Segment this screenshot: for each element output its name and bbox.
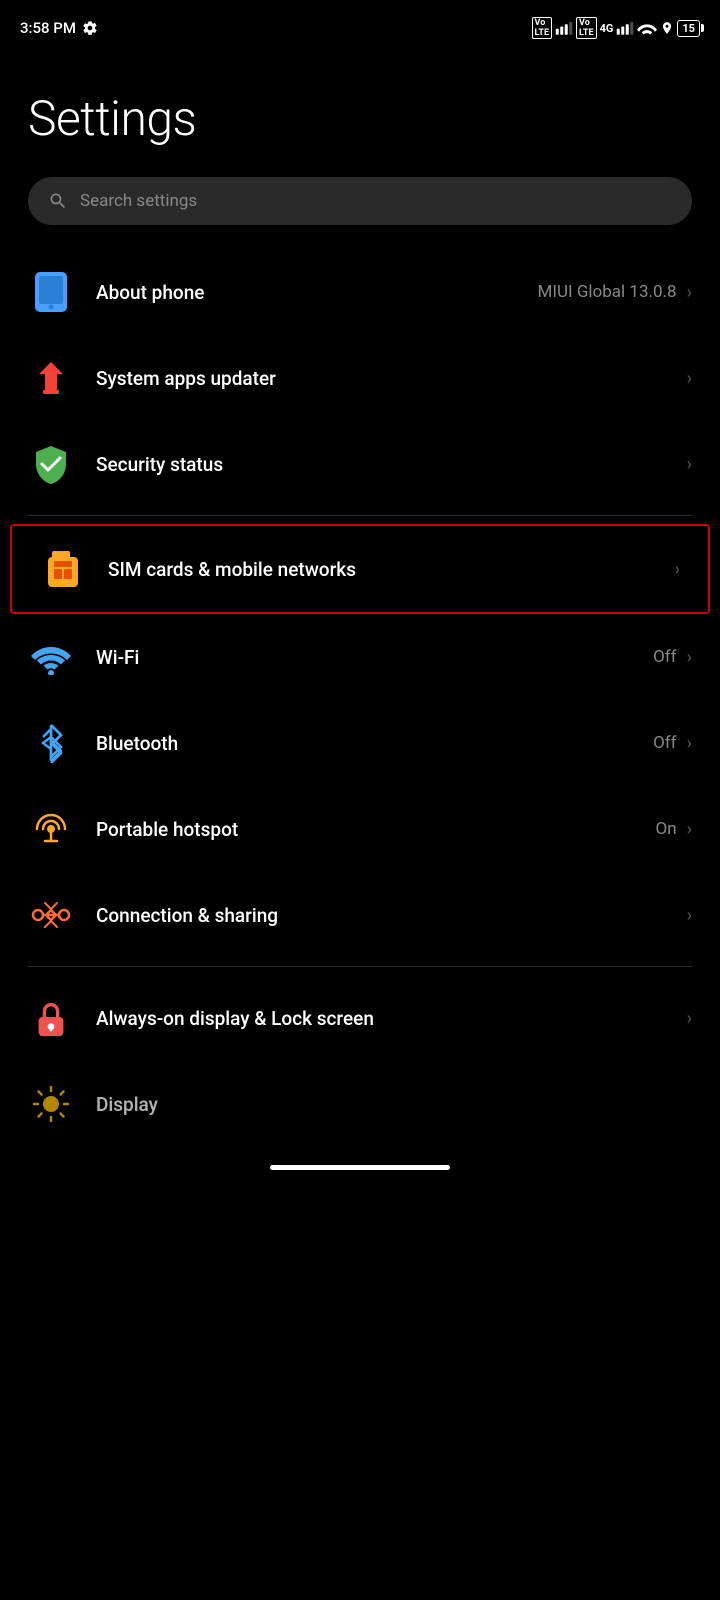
divider-1 [28, 515, 692, 516]
bluetooth-chevron: › [687, 733, 692, 754]
hotspot-value: On [656, 819, 677, 839]
wifi-value: Off [653, 647, 677, 667]
bluetooth-right: Off › [653, 733, 692, 754]
settings-item-system-apps-updater[interactable]: System apps updater › [0, 335, 720, 421]
time-display: 3:58 PM [20, 19, 76, 37]
status-bar-right: VoLTE VoLTE 4G 15 [532, 17, 700, 39]
wifi-icon [31, 639, 71, 675]
bluetooth-content: Bluetooth Off › [96, 732, 692, 755]
4g-badge: 4G [600, 22, 614, 35]
about-phone-icon-container [28, 269, 74, 315]
always-on-display-label: Always-on display & Lock screen [96, 1007, 374, 1030]
settings-item-security-status[interactable]: Security status › [0, 421, 720, 507]
system-apps-chevron: › [687, 368, 692, 389]
hotspot-label: Portable hotspot [96, 818, 238, 841]
connection-sharing-content: Connection & sharing › [96, 904, 692, 927]
settings-item-connection-sharing[interactable]: Connection & sharing › [0, 872, 720, 958]
connection-sharing-label: Connection & sharing [96, 904, 278, 927]
settings-item-bluetooth[interactable]: Bluetooth Off › [0, 700, 720, 786]
display-icon-container [28, 1081, 74, 1127]
lock-icon-container [28, 995, 74, 1041]
page-title: Settings [28, 90, 692, 147]
system-apps-content: System apps updater › [96, 367, 692, 390]
system-apps-icon-container [28, 355, 74, 401]
settings-item-wifi[interactable]: Wi-Fi Off › [0, 614, 720, 700]
about-phone-label: About phone [96, 281, 204, 304]
display-content: Display [96, 1093, 692, 1116]
location-icon [660, 21, 674, 35]
signal-1-icon [555, 21, 573, 35]
volte-badge-2: VoLTE [576, 17, 597, 39]
always-on-display-content: Always-on display & Lock screen › [96, 1007, 692, 1030]
wifi-chevron: › [687, 647, 692, 668]
update-icon [33, 360, 69, 396]
sim-cards-right: › [675, 559, 680, 580]
hotspot-right: On › [656, 819, 693, 840]
bluetooth-label: Bluetooth [96, 732, 178, 755]
settings-gear-icon [82, 20, 98, 36]
always-on-display-right: › [687, 1008, 692, 1029]
wifi-content: Wi-Fi Off › [96, 646, 692, 669]
bottom-area [0, 1147, 720, 1186]
search-container[interactable]: Search settings [0, 167, 720, 249]
security-status-right: › [687, 454, 692, 475]
signal-2-icon [616, 21, 634, 35]
search-icon [48, 191, 68, 211]
security-status-chevron: › [687, 454, 692, 475]
sim-cards-chevron: › [675, 559, 680, 580]
hotspot-icon-container [28, 806, 74, 852]
about-phone-chevron: › [687, 282, 692, 303]
sim-cards-label: SIM cards & mobile networks [108, 558, 356, 581]
bluetooth-icon-container [28, 720, 74, 766]
always-on-display-chevron: › [687, 1008, 692, 1029]
connection-icon-container [28, 892, 74, 938]
home-indicator [270, 1165, 450, 1170]
sim-icon [46, 549, 80, 589]
hotspot-content: Portable hotspot On › [96, 818, 692, 841]
settings-item-display[interactable]: Display [0, 1061, 720, 1147]
wifi-label: Wi-Fi [96, 646, 139, 669]
system-apps-label: System apps updater [96, 367, 276, 390]
divider-2 [28, 966, 692, 967]
lock-icon [34, 998, 68, 1038]
settings-list: About phone MIUI Global 13.0.8 › System … [0, 249, 720, 1147]
phone-icon [35, 272, 67, 312]
connection-sharing-right: › [687, 905, 692, 926]
hotspot-icon [31, 809, 71, 849]
settings-item-about-phone[interactable]: About phone MIUI Global 13.0.8 › [0, 249, 720, 335]
shield-check-icon [32, 444, 70, 484]
wifi-status-icon [637, 21, 657, 36]
search-bar[interactable]: Search settings [28, 177, 692, 225]
security-status-label: Security status [96, 453, 223, 476]
system-apps-right: › [687, 368, 692, 389]
volte-badge-1: VoLTE [532, 17, 553, 39]
battery-indicator: 15 [677, 20, 700, 37]
security-icon-container [28, 441, 74, 487]
connection-icon [30, 895, 72, 935]
bluetooth-icon [37, 723, 65, 763]
status-bar: 3:58 PM VoLTE VoLTE 4G 15 [0, 0, 720, 50]
about-phone-content: About phone MIUI Global 13.0.8 › [96, 281, 692, 304]
status-bar-left: 3:58 PM [20, 19, 98, 37]
sim-cards-content: SIM cards & mobile networks › [108, 558, 680, 581]
settings-item-always-on-display[interactable]: Always-on display & Lock screen › [0, 975, 720, 1061]
settings-item-sim-cards[interactable]: SIM cards & mobile networks › [10, 524, 710, 614]
page-header: Settings [0, 50, 720, 167]
sim-icon-container [40, 546, 86, 592]
security-status-content: Security status › [96, 453, 692, 476]
connection-sharing-chevron: › [687, 905, 692, 926]
settings-item-portable-hotspot[interactable]: Portable hotspot On › [0, 786, 720, 872]
bluetooth-value: Off [653, 733, 677, 753]
about-phone-right: MIUI Global 13.0.8 › [538, 282, 692, 303]
wifi-right: Off › [653, 647, 692, 668]
search-placeholder: Search settings [80, 191, 197, 211]
wifi-icon-container [28, 634, 74, 680]
display-icon [32, 1085, 70, 1123]
display-label: Display [96, 1093, 158, 1116]
about-phone-value: MIUI Global 13.0.8 [538, 282, 677, 302]
hotspot-chevron: › [687, 819, 692, 840]
